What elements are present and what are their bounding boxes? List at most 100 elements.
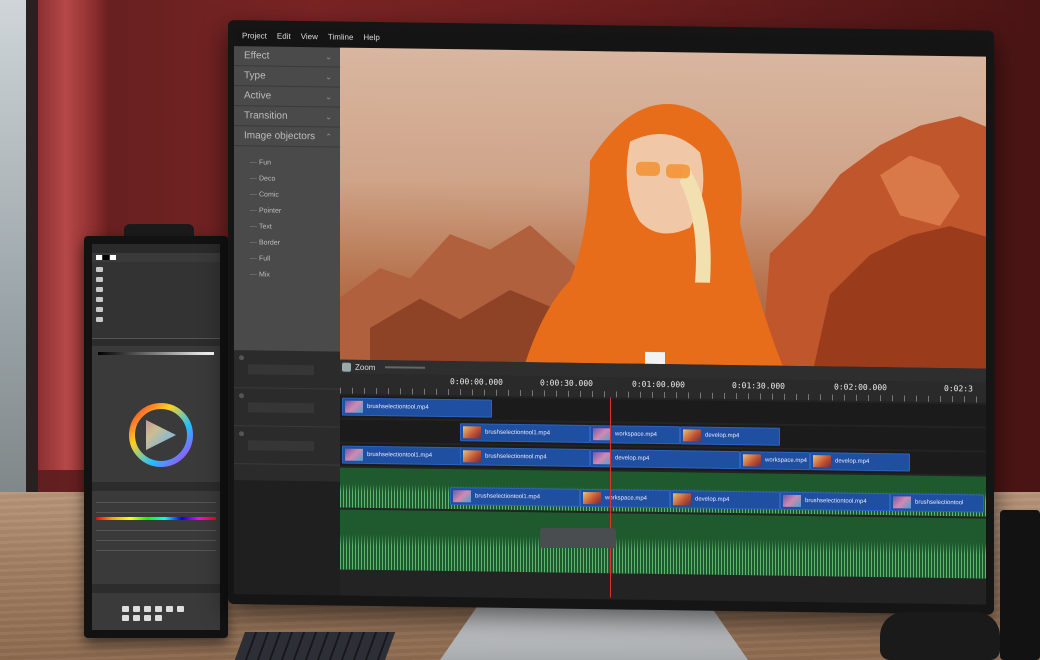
adjustment-icons — [122, 606, 185, 621]
menu-edit[interactable]: Edit — [277, 32, 291, 44]
folder-item[interactable] — [96, 284, 216, 294]
side-monitor-screen — [92, 244, 220, 630]
effect-item-mix[interactable]: Mix — [234, 266, 340, 283]
main-screen: Project Edit View Timline Help Effect ⌄ T… — [234, 28, 986, 605]
playhead[interactable] — [610, 397, 611, 598]
category-transition[interactable]: Transition ⌄ — [234, 106, 340, 128]
game-controller — [880, 612, 1000, 660]
zoom-icon[interactable] — [342, 362, 351, 372]
adjustments-header — [92, 584, 220, 593]
category-effect[interactable]: Effect ⌄ — [234, 46, 340, 68]
category-image-objectors[interactable]: Image objectors ⌃ — [234, 126, 340, 148]
timeline-clip[interactable]: develop.mp4 — [680, 426, 780, 446]
timeline-clip[interactable]: brushselectiontool.mp4 — [780, 491, 890, 512]
track-slot[interactable] — [248, 440, 314, 452]
zoom-label: Zoom — [355, 362, 376, 372]
adjust-icon[interactable] — [144, 615, 151, 621]
category-active[interactable]: Active ⌄ — [234, 86, 340, 108]
category-type[interactable]: Type ⌄ — [234, 66, 340, 88]
folder-item[interactable] — [96, 274, 216, 284]
chevron-down-icon: ⌄ — [325, 52, 332, 62]
folder-item[interactable] — [96, 264, 216, 274]
category-label: Transition — [244, 110, 288, 122]
brightness-slider[interactable] — [98, 352, 214, 355]
timeline-clip[interactable]: workspace.mp4 — [580, 488, 670, 509]
clip-name: brushselectiontool1.mp4 — [367, 451, 433, 459]
timeline-panel: Zoom 0:00:00.000 0:00:30.000 0:01:00.000… — [340, 359, 986, 605]
folder-icon — [96, 296, 103, 302]
menu-view[interactable]: View — [301, 32, 318, 44]
swatch-row — [92, 253, 220, 262]
timeline-clip[interactable]: brushselectiontool1.mp4 — [450, 487, 580, 507]
timeline-clip[interactable]: brushselectiontool1.mp4 — [342, 445, 462, 466]
adjust-icon[interactable] — [133, 606, 140, 612]
effect-item-full[interactable]: Full — [234, 250, 340, 267]
effect-item-deco[interactable]: Deco — [234, 170, 340, 187]
clip-name: develop.mp4 — [615, 455, 650, 462]
color-wheel[interactable] — [128, 402, 194, 468]
timeline-clip[interactable]: brushselectiontool — [890, 493, 984, 513]
effect-item-fun[interactable]: Fun — [234, 154, 340, 171]
track-control-row — [234, 388, 340, 428]
track-slot[interactable] — [248, 402, 314, 414]
zoom-slider[interactable] — [385, 366, 426, 369]
property-row[interactable] — [96, 496, 216, 503]
folder-item[interactable] — [96, 314, 216, 324]
property-row[interactable] — [96, 524, 216, 531]
track-icon — [239, 355, 244, 361]
adjust-icon[interactable] — [144, 606, 151, 612]
main-monitor: Project Edit View Timline Help Effect ⌄ T… — [228, 20, 994, 615]
menu-timeline[interactable]: Timline — [328, 32, 353, 44]
clip-thumbnail — [453, 490, 471, 503]
timecode-label: 0:01:30.000 — [732, 381, 785, 391]
timeline-clip[interactable]: develop.mp4 — [590, 449, 740, 470]
effect-item-text[interactable]: Text — [234, 218, 340, 235]
window-frame — [26, 0, 38, 520]
adjust-icon[interactable] — [155, 606, 162, 612]
adjust-icon[interactable] — [166, 606, 173, 612]
category-label: Active — [244, 90, 272, 102]
timeline-clip[interactable]: develop.mp4 — [670, 490, 780, 510]
chevron-down-icon: ⌄ — [325, 72, 332, 82]
clip-name: develop.mp4 — [835, 458, 870, 465]
track-control-row — [234, 426, 340, 466]
clip-thumbnail — [463, 426, 481, 439]
menu-project[interactable]: Project — [242, 31, 267, 43]
folder-list — [92, 262, 220, 338]
hue-spectrum[interactable] — [96, 517, 216, 520]
property-row[interactable] — [96, 506, 216, 513]
video-preview — [340, 47, 986, 387]
clip-thumbnail — [593, 452, 611, 465]
adjust-icon[interactable] — [177, 606, 184, 612]
folder-item[interactable] — [96, 304, 216, 314]
timecode-label: 0:02:00.000 — [834, 382, 887, 393]
timeline-clip[interactable]: brushselectiontool1.mp4 — [460, 423, 590, 444]
adjust-icon[interactable] — [155, 615, 162, 621]
effect-item-comic[interactable]: Comic — [234, 186, 340, 203]
adjust-icon[interactable] — [133, 615, 140, 621]
track-slot[interactable] — [248, 364, 314, 376]
timeline-clip[interactable]: develop.mp4 — [810, 452, 910, 472]
property-row[interactable] — [96, 534, 216, 541]
clip-name: develop.mp4 — [705, 432, 740, 440]
timeline-clip[interactable]: workspace.mp4 — [740, 451, 810, 471]
track-icon — [239, 393, 244, 399]
timeline-clip[interactable]: brushselectiontool.mp4 — [460, 447, 590, 468]
folder-icon — [96, 276, 103, 282]
audio-waveform — [340, 509, 986, 579]
adjust-icon[interactable] — [122, 606, 129, 612]
timeline-clip[interactable]: brushselectiontool.mp4 — [342, 397, 492, 418]
category-label: Image objectors — [244, 130, 316, 143]
folder-item[interactable] — [96, 294, 216, 304]
property-row[interactable] — [96, 544, 216, 551]
menu-help[interactable]: Help — [363, 33, 379, 45]
adjust-icon[interactable] — [122, 615, 129, 621]
clip-name: brushselectiontool — [915, 499, 964, 507]
audio-track-2[interactable] — [340, 509, 986, 579]
effect-item-border[interactable]: Border — [234, 234, 340, 251]
effect-item-pointer[interactable]: Pointer — [234, 202, 340, 219]
category-label: Effect — [244, 50, 270, 62]
clip-thumbnail — [673, 493, 691, 506]
preview-image — [340, 104, 986, 387]
timeline-clip[interactable]: workspace.mp4 — [590, 425, 680, 445]
